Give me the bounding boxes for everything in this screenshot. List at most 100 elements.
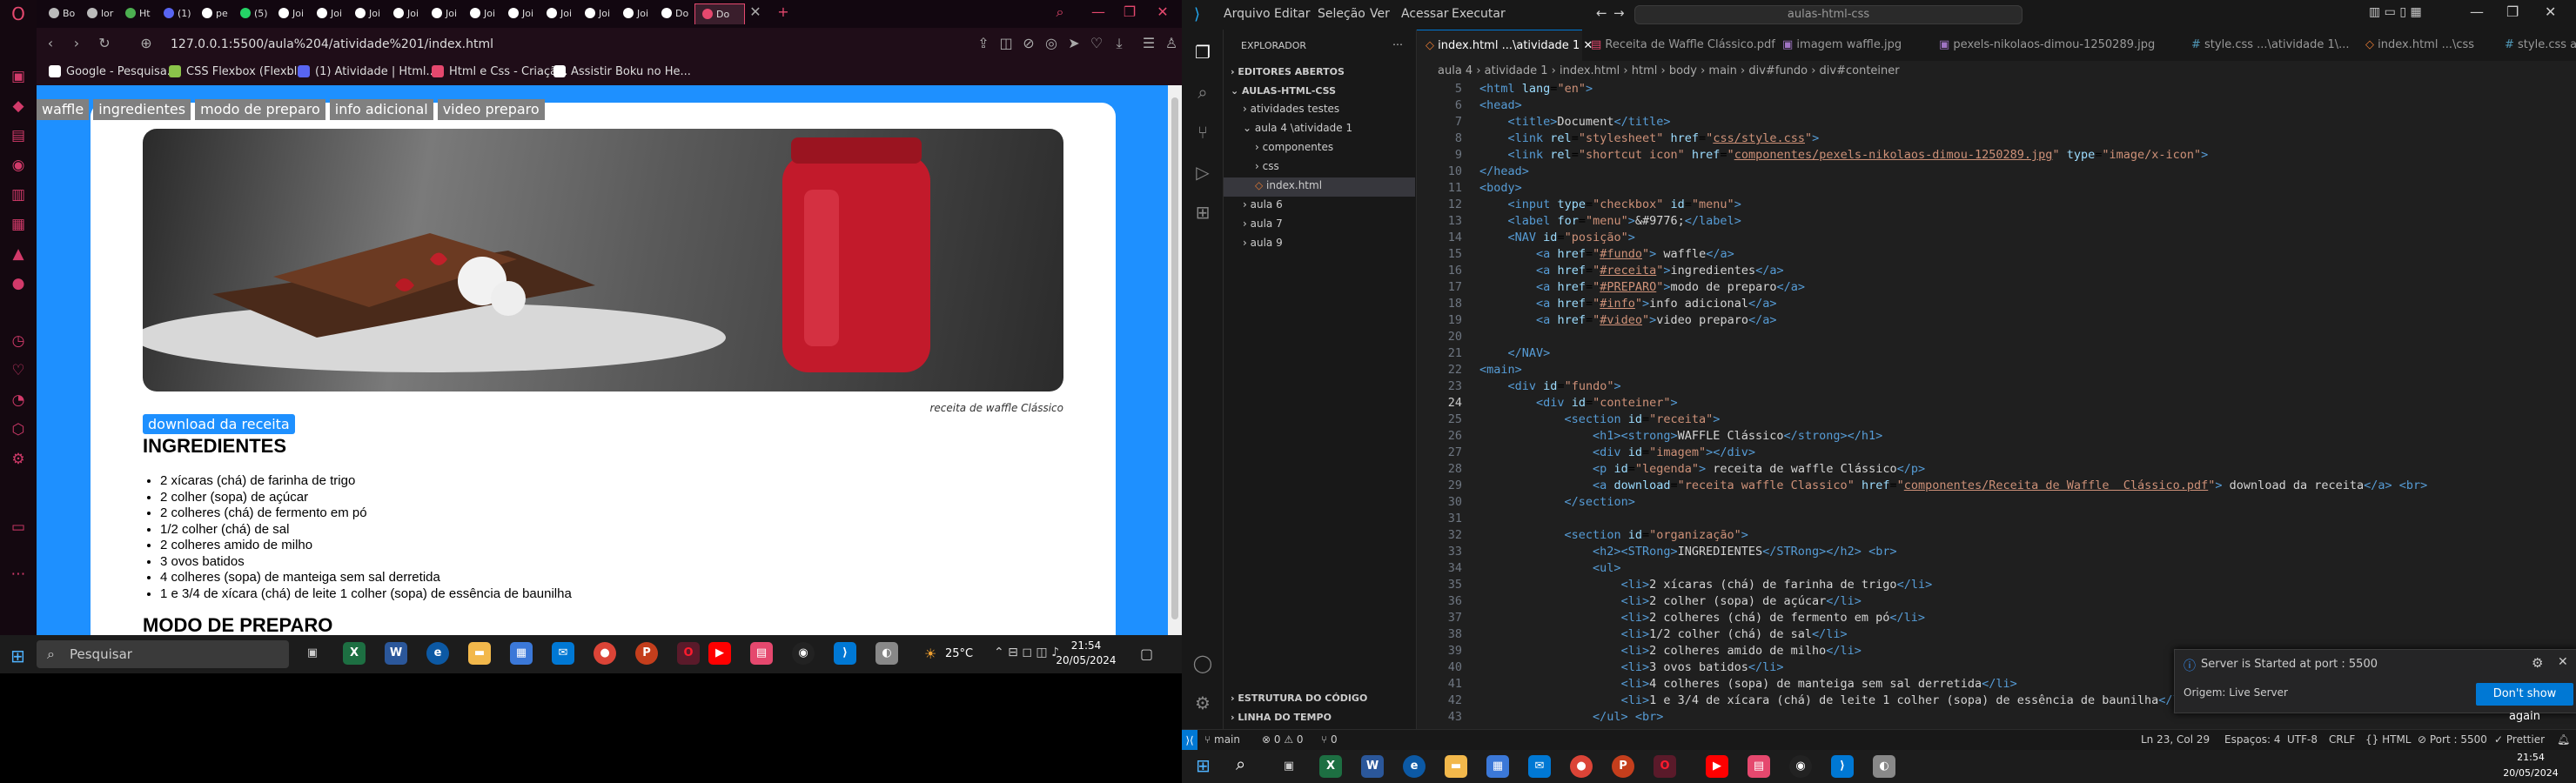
menu-item[interactable]: Ver [1370, 7, 1390, 21]
browser-tab[interactable]: Joi [425, 3, 463, 24]
menu-item[interactable]: Acessar [1401, 7, 1449, 21]
notification-settings-icon[interactable]: ⚙ [2532, 655, 2543, 671]
crypto-icon[interactable]: ◆ [10, 97, 27, 115]
chrome-icon[interactable]: ● [1570, 755, 1593, 778]
browser-tab[interactable]: Bo [42, 3, 80, 24]
youtube-icon[interactable]: ▶ [1706, 755, 1728, 778]
nav-link-info[interactable]: info adicional [329, 99, 433, 120]
cube-icon[interactable]: ⬡ [10, 421, 27, 438]
task-view-icon[interactable]: ▣ [1278, 755, 1300, 778]
youtube-icon[interactable]: ▶ [708, 642, 731, 665]
menu-item[interactable]: Executar [1452, 7, 1506, 21]
ports-count[interactable]: ⑂ 0 [1321, 733, 1338, 746]
tree-folder[interactable]: › aula 7 [1243, 218, 1283, 230]
command-center-search[interactable]: aulas-html-css [1634, 5, 2023, 24]
browser-tab[interactable]: Joi [272, 3, 310, 24]
dont-show-again-button[interactable]: Don't show again [2476, 683, 2573, 723]
taskbar-clock[interactable]: 21:54 20/05/2024 [2485, 750, 2576, 781]
browser-tab[interactable]: Joi [310, 3, 348, 24]
games-icon[interactable]: ▣ [10, 68, 27, 85]
heart-icon[interactable]: ♡ [10, 362, 27, 379]
notification-icon[interactable]: ▢ [1140, 646, 1153, 662]
edge-icon[interactable]: e [1403, 755, 1426, 778]
clock-icon[interactable]: ◔ [10, 392, 27, 409]
excel-icon[interactable]: X [1319, 755, 1342, 778]
edge-icon[interactable]: e [426, 642, 449, 665]
bookmark-item[interactable]: (1) Atividade | Html... [298, 64, 437, 80]
open-editors-section[interactable]: › EDITORES ABERTOS [1231, 66, 1345, 77]
bookmark-item[interactable]: Google - Pesquisa... [49, 64, 178, 80]
close-window-icon[interactable]: ✕ [1154, 3, 1171, 21]
excel-icon[interactable]: X [343, 642, 366, 665]
tree-folder[interactable]: › aula 6 [1243, 198, 1283, 211]
reload-icon[interactable]: ↻ [96, 35, 113, 52]
code-editor[interactable]: 5 <html lang="en"> 6 <head> 7 <title>Docum… [1417, 82, 2548, 729]
nav-forward-icon[interactable]: → [1613, 5, 1625, 21]
browser-tab[interactable]: Joi [386, 3, 425, 24]
twitch-icon[interactable]: ▥ [10, 186, 27, 204]
encoding[interactable]: UTF-8 [2287, 733, 2318, 746]
bookmark-item[interactable]: Html e Css - Criaçã... [432, 64, 568, 80]
browser-tab[interactable]: lor [80, 3, 118, 24]
taskbar-clock[interactable]: 21:54 20/05/2024 [1051, 639, 1121, 668]
prettier-status[interactable]: ✓ Prettier [2494, 733, 2545, 746]
scrollbar-thumb[interactable] [1171, 97, 1178, 619]
browser-tab[interactable]: Ht [118, 3, 157, 24]
minimize-icon[interactable]: — [2470, 3, 2484, 20]
app-icon[interactable]: ▤ [1748, 755, 1770, 778]
search-icon[interactable]: ⌕ [1192, 82, 1213, 103]
language-mode[interactable]: {} HTML [2365, 733, 2411, 746]
tree-folder[interactable]: › css [1255, 160, 1279, 172]
nav-back-icon[interactable]: ← [1596, 5, 1607, 21]
opera-logo-icon[interactable]: O [10, 5, 27, 23]
editor-tab-active[interactable]: ◇ index.html ...\atividade 1 ✕ [1417, 30, 1593, 61]
profile-icon[interactable]: ♙ [1163, 35, 1180, 52]
site-info-icon[interactable]: ⊕ [138, 35, 155, 52]
mail-icon[interactable]: ✉ [552, 642, 574, 665]
bag-icon[interactable]: ▤ [10, 127, 27, 144]
mail-icon[interactable]: ✉ [1528, 755, 1551, 778]
app-icon-2[interactable]: ◐ [875, 642, 898, 665]
file-explorer-icon[interactable]: ▬ [1445, 755, 1467, 778]
more-actions-icon[interactable]: ⋯ [1392, 38, 1403, 50]
forward-icon[interactable]: › [68, 35, 85, 52]
sidebar-more-icon[interactable]: ⋯ [10, 566, 27, 583]
minimize-icon[interactable]: — [1090, 3, 1107, 21]
maximize-icon[interactable]: ❐ [2506, 3, 2519, 20]
nav-link-waffle[interactable]: waffle [37, 99, 90, 120]
store-icon[interactable]: ▦ [510, 642, 533, 665]
layout-icons[interactable]: ▥ ▭ ▯ ▦ [2369, 5, 2422, 19]
breadcrumb[interactable]: aula 4 › atividade 1 › index.html › html… [1417, 61, 2576, 82]
account-icon[interactable]: ◯ [1192, 652, 1213, 673]
close-tab-icon[interactable]: ✕ [747, 3, 764, 21]
source-control-icon[interactable]: ⑂ [1192, 122, 1213, 143]
outline-section[interactable]: › ESTRUTURA DO CÓDIGO [1231, 693, 1367, 704]
notifications-bell-icon[interactable]: 🔔︎ [2557, 733, 2570, 746]
editor-tab[interactable]: # style.css ativ [2496, 30, 2576, 61]
opera-taskbar-icon[interactable]: O [677, 642, 700, 665]
vscode-taskbar-icon[interactable]: ⟩ [834, 642, 856, 665]
shield-icon[interactable]: ◎ [1043, 35, 1060, 52]
powerpoint-icon[interactable]: P [635, 642, 658, 665]
bookmark-item[interactable]: CSS Flexbox (Flexbl... [169, 64, 308, 80]
nav-link-preparo[interactable]: modo de preparo [195, 99, 325, 120]
app-icon[interactable]: ▤ [750, 642, 773, 665]
editor-tab[interactable]: # style.css ...\atividade 1\... [2183, 30, 2357, 61]
tree-file-index-html[interactable]: ◇ index.html [1255, 179, 1322, 191]
browser-tab[interactable]: Do [654, 3, 693, 24]
cursor-position[interactable]: Ln 23, Col 29 [2141, 733, 2210, 746]
editor-tab[interactable]: ▤ Receita de Waffle Clássico.pdf [1582, 30, 1775, 61]
github-icon[interactable]: ◉ [1789, 755, 1812, 778]
tree-folder[interactable]: › aula 9 [1243, 237, 1283, 249]
file-explorer-icon[interactable]: ▬ [468, 642, 491, 665]
sidebar-toggle-icon[interactable]: ▭ [10, 519, 27, 536]
bookmark-heart-icon[interactable]: ♡ [1088, 35, 1105, 52]
new-tab-icon[interactable]: + [775, 3, 792, 21]
live-server-port[interactable]: ⊘ Port : 5500 [2418, 733, 2487, 746]
messenger-icon[interactable]: ◉ [10, 157, 27, 174]
address-bar[interactable]: 127.0.0.1:5500/aula%204/atividade%201/in… [171, 33, 1032, 56]
maximize-icon[interactable]: ❐ [1121, 3, 1138, 21]
nav-link-ingredientes[interactable]: ingredientes [93, 99, 191, 120]
indentation[interactable]: Espaços: 4 [2224, 733, 2281, 746]
easy-setup-icon[interactable]: ☰ [1140, 35, 1157, 52]
